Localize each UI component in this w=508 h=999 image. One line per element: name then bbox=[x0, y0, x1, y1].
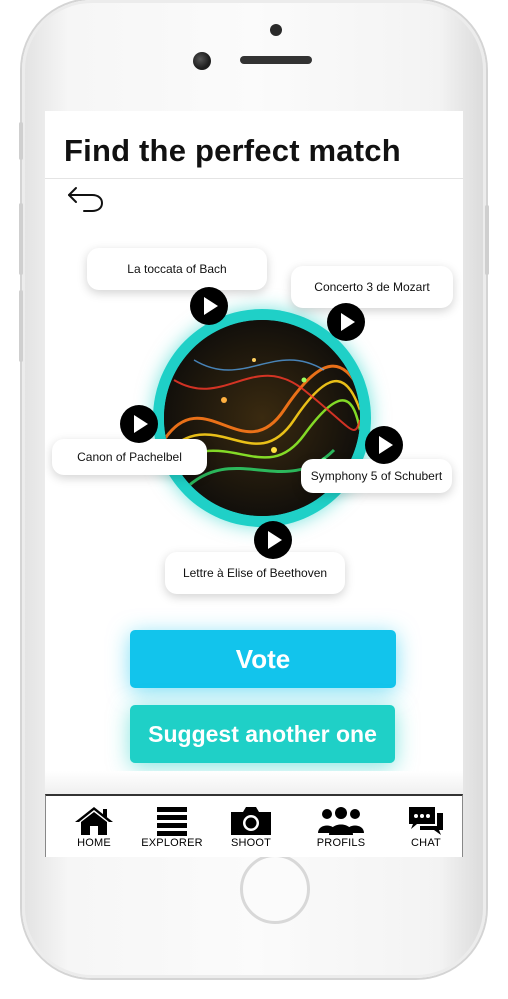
vote-button[interactable]: Vote bbox=[130, 630, 396, 688]
song-title: Symphony 5 of Schubert bbox=[310, 469, 443, 483]
power-button bbox=[485, 205, 489, 275]
play-button-beethoven[interactable] bbox=[254, 521, 292, 559]
tab-label: SHOOT bbox=[230, 837, 272, 849]
song-card-pachelbel[interactable]: Canon of Pachelbel bbox=[52, 439, 207, 475]
song-title: Lettre à Elise of Beethoven bbox=[182, 566, 328, 580]
chat-icon bbox=[409, 807, 443, 835]
bottom-fade bbox=[45, 771, 463, 795]
song-title: Concerto 3 de Mozart bbox=[314, 280, 430, 294]
song-card-schubert[interactable]: Symphony 5 of Schubert bbox=[301, 459, 452, 493]
mute-switch bbox=[19, 122, 23, 160]
tab-label: CHAT bbox=[411, 837, 441, 849]
header: Find the perfect match bbox=[45, 111, 463, 179]
home-icon bbox=[75, 807, 113, 835]
play-icon bbox=[204, 297, 218, 315]
play-button-mozart[interactable] bbox=[327, 303, 365, 341]
tab-label: HOME bbox=[77, 837, 111, 849]
home-button[interactable] bbox=[240, 854, 310, 924]
play-icon bbox=[268, 531, 282, 549]
tab-explorer[interactable]: EXPLORER bbox=[132, 806, 212, 849]
tab-shoot[interactable]: SHOOT bbox=[211, 806, 291, 849]
song-card-bach[interactable]: La toccata of Bach bbox=[87, 248, 267, 290]
back-button[interactable] bbox=[66, 184, 106, 216]
earpiece-speaker bbox=[240, 56, 312, 64]
volume-down-button bbox=[19, 290, 23, 362]
list-icon bbox=[157, 807, 187, 836]
volume-up-button bbox=[19, 203, 23, 275]
play-icon bbox=[134, 415, 148, 433]
bottom-tab-bar: HOME EXPLORER SHOOT PROFILS CHAT bbox=[45, 794, 463, 857]
back-arrow-icon bbox=[68, 187, 104, 212]
tab-profils[interactable]: PROFILS bbox=[301, 806, 381, 849]
tab-chat[interactable]: CHAT bbox=[386, 806, 463, 849]
song-title: La toccata of Bach bbox=[127, 262, 227, 276]
tab-label: PROFILS bbox=[316, 837, 366, 849]
music-artwork-circle bbox=[153, 309, 371, 527]
tab-home[interactable]: HOME bbox=[54, 806, 134, 849]
play-icon bbox=[341, 313, 355, 331]
play-icon bbox=[379, 436, 393, 454]
front-camera bbox=[193, 52, 211, 70]
page-title: Find the perfect match bbox=[64, 133, 401, 168]
play-button-schubert[interactable] bbox=[365, 426, 403, 464]
proximity-sensor bbox=[270, 24, 282, 36]
play-button-pachelbel[interactable] bbox=[120, 405, 158, 443]
song-card-mozart[interactable]: Concerto 3 de Mozart bbox=[291, 266, 453, 308]
song-title: Canon of Pachelbel bbox=[77, 450, 182, 464]
app-screen: Find the perfect match La toccata of Bac… bbox=[45, 111, 463, 857]
suggest-another-button[interactable]: Suggest another one bbox=[130, 705, 395, 763]
users-icon bbox=[318, 807, 364, 835]
tab-label: EXPLORER bbox=[141, 837, 203, 849]
play-button-bach[interactable] bbox=[190, 287, 228, 325]
camera-icon bbox=[231, 807, 271, 835]
